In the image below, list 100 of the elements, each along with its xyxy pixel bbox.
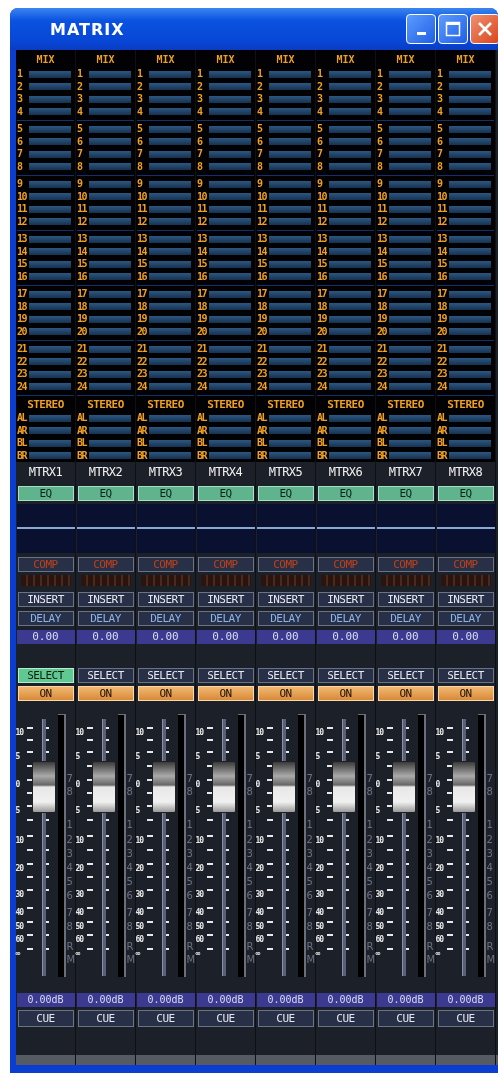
send-bar: [209, 205, 251, 213]
meter-label: 5: [426, 875, 433, 888]
send-label: 16: [257, 270, 268, 283]
cue-button[interactable]: CUE: [377, 1010, 434, 1027]
eq-button[interactable]: EQ: [137, 486, 194, 501]
select-button[interactable]: SELECT: [377, 668, 434, 683]
insert-button[interactable]: INSERT: [437, 592, 494, 607]
on-button[interactable]: ON: [257, 686, 314, 701]
scale-label: 20: [375, 863, 385, 875]
meter-label: R: [306, 940, 314, 953]
delay-button[interactable]: DELAY: [377, 611, 434, 626]
delay-time-field[interactable]: 0.00: [136, 630, 195, 644]
insert-button[interactable]: INSERT: [137, 592, 194, 607]
send-label: 23: [137, 368, 148, 381]
fader-knob[interactable]: [451, 760, 476, 813]
cue-button[interactable]: CUE: [17, 1010, 74, 1027]
delay-time-field[interactable]: 0.00: [316, 630, 375, 644]
fader-knob[interactable]: [211, 760, 236, 813]
select-button[interactable]: SELECT: [197, 668, 254, 683]
on-button[interactable]: ON: [77, 686, 134, 701]
insert-button[interactable]: INSERT: [317, 592, 374, 607]
eq-button[interactable]: EQ: [377, 486, 434, 501]
fader-level-field[interactable]: 0.00dB: [76, 993, 135, 1007]
fader-level-field[interactable]: 0.00dB: [316, 993, 375, 1007]
insert-button[interactable]: INSERT: [77, 592, 134, 607]
scale-label: 30: [195, 889, 205, 901]
eq-button[interactable]: EQ: [317, 486, 374, 501]
fader-level-field[interactable]: 0.00dB: [376, 993, 435, 1007]
meter-label: 4: [486, 861, 493, 874]
send-bar: [329, 328, 371, 336]
eq-button[interactable]: EQ: [77, 486, 134, 501]
close-button[interactable]: [470, 14, 498, 44]
cue-button[interactable]: CUE: [437, 1010, 494, 1027]
fader-level-field[interactable]: 0.00dB: [256, 993, 315, 1007]
minimize-button[interactable]: [406, 14, 436, 44]
send-label: 21: [437, 343, 448, 356]
on-button[interactable]: ON: [17, 686, 74, 701]
delay-button[interactable]: DELAY: [77, 611, 134, 626]
eq-button[interactable]: EQ: [437, 486, 494, 501]
eq-button[interactable]: EQ: [257, 486, 314, 501]
on-button[interactable]: ON: [197, 686, 254, 701]
meter-label: R: [186, 940, 194, 953]
delay-time-field[interactable]: 0.00: [16, 630, 75, 644]
eq-button[interactable]: EQ: [17, 486, 74, 501]
delay-time-field[interactable]: 0.00: [436, 630, 495, 644]
send-bar: [389, 345, 431, 353]
delay-time-field[interactable]: 0.00: [196, 630, 255, 644]
delay-time-field[interactable]: 0.00: [76, 630, 135, 644]
insert-button[interactable]: INSERT: [17, 592, 74, 607]
meter-label: 7: [486, 772, 493, 785]
cue-button[interactable]: CUE: [137, 1010, 194, 1027]
select-button[interactable]: SELECT: [137, 668, 194, 683]
delay-button[interactable]: DELAY: [257, 611, 314, 626]
maximize-button[interactable]: [438, 14, 468, 44]
insert-button[interactable]: INSERT: [257, 592, 314, 607]
delay-button[interactable]: DELAY: [317, 611, 374, 626]
fader-knob[interactable]: [151, 760, 176, 813]
on-button[interactable]: ON: [317, 686, 374, 701]
fader-knob[interactable]: [91, 760, 116, 813]
fader-knob[interactable]: [271, 760, 296, 813]
scale-label: 10: [255, 727, 265, 739]
send-bar: [449, 345, 491, 353]
cue-button[interactable]: CUE: [77, 1010, 134, 1027]
meter-label: 1: [126, 818, 133, 831]
select-button[interactable]: SELECT: [77, 668, 134, 683]
on-button[interactable]: ON: [377, 686, 434, 701]
fader-level-field[interactable]: 0.00dB: [436, 993, 495, 1007]
fader-level-field[interactable]: 0.00dB: [16, 993, 75, 1007]
fader-knob[interactable]: [31, 760, 56, 813]
send-label: 11: [317, 203, 328, 216]
send-label: BL: [317, 437, 328, 450]
on-button[interactable]: ON: [137, 686, 194, 701]
on-button[interactable]: ON: [437, 686, 494, 701]
fader-level-field[interactable]: 0.00dB: [196, 993, 255, 1007]
delay-button[interactable]: DELAY: [17, 611, 74, 626]
fader-knob[interactable]: [391, 760, 416, 813]
delay-button[interactable]: DELAY: [137, 611, 194, 626]
send-label: 5: [317, 123, 324, 136]
delay-time-field[interactable]: 0.00: [376, 630, 435, 644]
cue-button[interactable]: CUE: [197, 1010, 254, 1027]
meter-label: 7: [306, 772, 313, 785]
select-button[interactable]: SELECT: [257, 668, 314, 683]
fader-knob[interactable]: [331, 760, 356, 813]
select-button[interactable]: SELECT: [317, 668, 374, 683]
fader-level-field[interactable]: 0.00dB: [136, 993, 195, 1007]
delay-button[interactable]: DELAY: [197, 611, 254, 626]
meter-label: 2: [186, 833, 193, 846]
cue-button[interactable]: CUE: [317, 1010, 374, 1027]
delay-button[interactable]: DELAY: [437, 611, 494, 626]
meter-label: 8: [66, 785, 73, 798]
delay-time-field[interactable]: 0.00: [256, 630, 315, 644]
select-button[interactable]: SELECT: [437, 668, 494, 683]
send-bar: [269, 138, 311, 146]
send-label: 9: [437, 178, 444, 191]
cue-button[interactable]: CUE: [257, 1010, 314, 1027]
insert-button[interactable]: INSERT: [197, 592, 254, 607]
send-bar: [329, 163, 371, 171]
insert-button[interactable]: INSERT: [377, 592, 434, 607]
eq-button[interactable]: EQ: [197, 486, 254, 501]
select-button[interactable]: SELECT: [17, 668, 74, 683]
